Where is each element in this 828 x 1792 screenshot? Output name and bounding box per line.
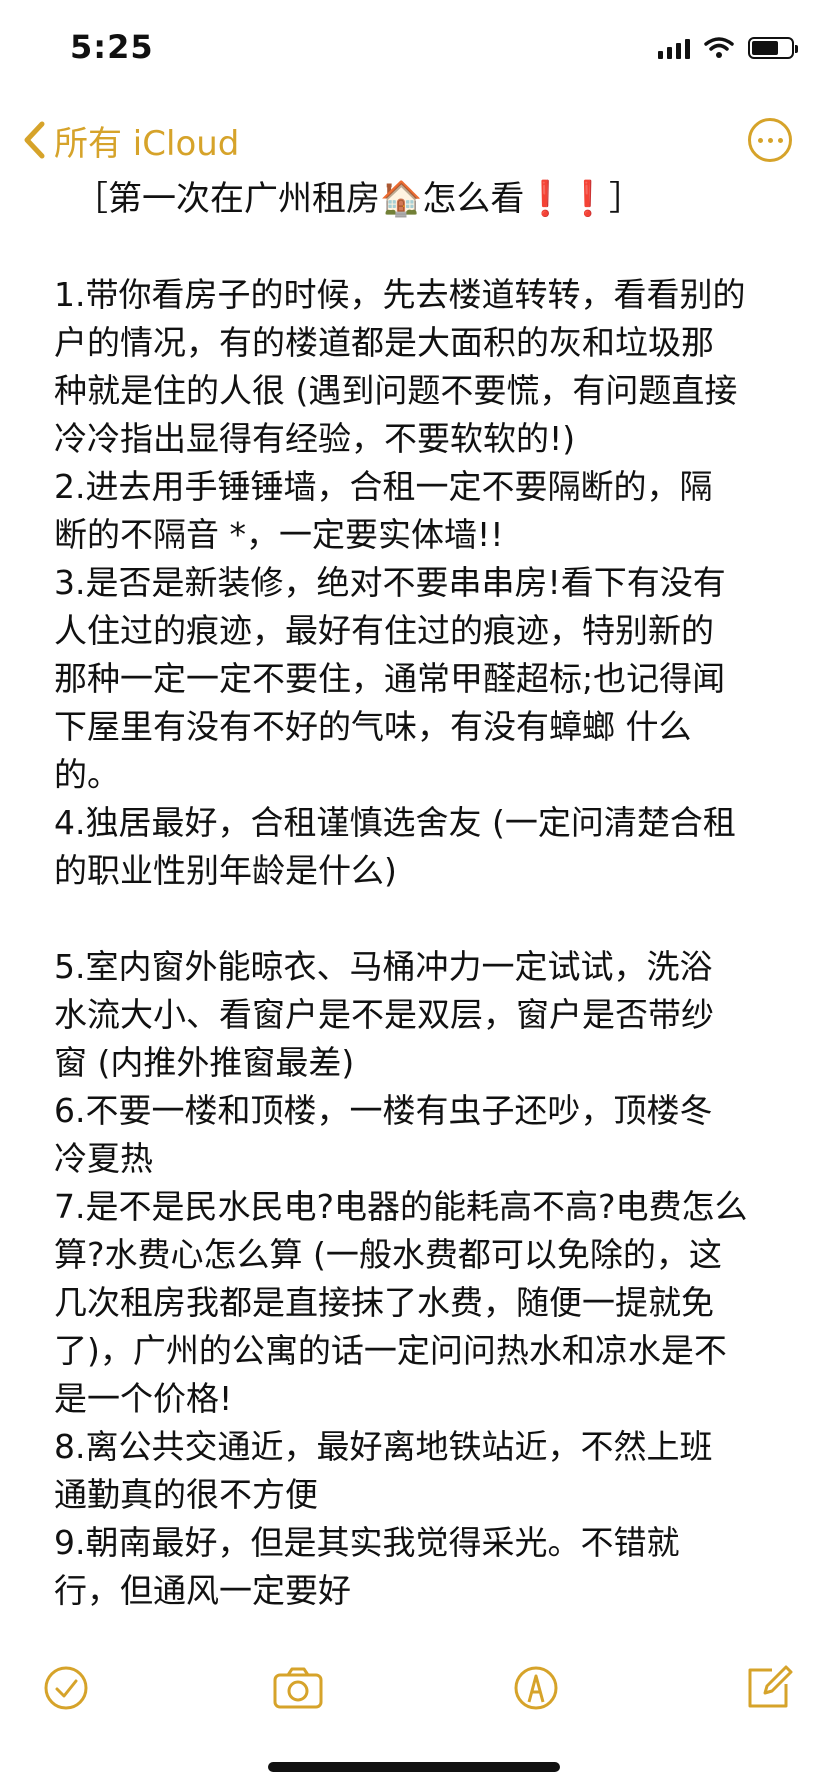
note-line: 7.是不是民水民电?电器的能耗高不高?电费怎么	[54, 1187, 748, 1226]
note-line: 算?水费心怎么算 (一般水费都可以免除的，这	[54, 1235, 722, 1274]
note-line: 那种一定一定不要住，通常甲醛超标;也记得闻	[54, 659, 726, 698]
note-line: 的职业性别年龄是什么)	[54, 851, 397, 890]
note-line: 断的不隔音 *，一定要实体墙!!	[54, 515, 504, 554]
status-bar: 5:25	[0, 0, 828, 100]
note-line: 4.独居最好，合租谨慎选舍友 (一定问清楚合租	[54, 803, 736, 842]
note-line: 冷夏热	[54, 1139, 153, 1178]
battery-icon	[748, 37, 798, 59]
note-line: 3.是否是新装修，绝对不要串串房!看下有没有	[54, 563, 726, 602]
compose-icon[interactable]	[738, 1658, 798, 1718]
nav-bar: 所有 iCloud	[0, 112, 828, 168]
note-line: 下屋里有没有不好的气味，有没有蟑螂 什么	[54, 707, 692, 746]
note-line: 人住过的痕迹，最好有住过的痕迹，特别新的	[54, 611, 714, 650]
note-line: 种就是住的人很 (遇到问题不要慌，有问题直接	[54, 371, 738, 410]
note-line: 通勤真的很不方便	[54, 1475, 318, 1514]
bottom-toolbar	[0, 1648, 828, 1728]
note-lines: 1.带你看房子的时候，先去楼道转转，看看别的 户的情况，有的楼道都是大面积的灰和垃…	[54, 271, 794, 1615]
wifi-icon	[704, 37, 734, 58]
note-line: 9.朝南最好，但是其实我觉得采光。不错就	[54, 1523, 680, 1562]
checklist-icon[interactable]	[36, 1658, 96, 1718]
note-title: ［第一次在广州租房🏠怎么看❗️❗️］	[74, 179, 644, 219]
note-line: 8.离公共交通近，最好离地铁站近，不然上班	[54, 1427, 713, 1466]
chevron-left-icon	[24, 121, 45, 159]
note-line: 2.进去用手锤锤墙，合租一定不要隔断的，隔	[54, 467, 713, 506]
cellular-signal-icon	[658, 37, 690, 59]
note-line: 5.室内窗外能晾衣、马桶冲力一定试试，洗浴	[54, 947, 713, 986]
back-label: 所有 iCloud	[54, 123, 240, 164]
status-icons	[658, 36, 798, 60]
home-indicator	[268, 1762, 560, 1772]
note-line: 行，但通风一定要好	[54, 1571, 351, 1610]
note-line: 6.不要一楼和顶楼，一楼有虫子还吵，顶楼冬	[54, 1091, 713, 1130]
note-line: 冷冷指出显得有经验，不要软软的!)	[54, 419, 576, 458]
back-button[interactable]: 所有 iCloud	[22, 112, 239, 168]
note-line: 窗 (内推外推窗最差)	[54, 1043, 355, 1082]
markup-icon[interactable]	[506, 1658, 566, 1718]
camera-icon[interactable]	[268, 1658, 328, 1718]
note-line: 是一个价格!	[54, 1379, 233, 1418]
note-line: 了)，广州的公寓的话一定问问热水和凉水是不	[54, 1331, 727, 1370]
note-line: 的。	[54, 755, 120, 794]
note-line: 几次租房我都是直接抹了水费，随便一提就免	[54, 1283, 714, 1322]
note-line: 水流大小、看窗户是不是双层，窗户是否带纱	[54, 995, 714, 1034]
note-line: 1.带你看房子的时候，先去楼道转转，看看别的	[54, 275, 746, 314]
note-body[interactable]: ［第一次在广州租房🏠怎么看❗️❗️］ 1.带你看房子的时候，先去楼道转转，看看别…	[54, 175, 794, 1615]
note-line: 户的情况，有的楼道都是大面积的灰和垃圾那	[54, 323, 714, 362]
note-blank-line	[54, 895, 794, 943]
status-time: 5:25	[70, 28, 154, 66]
more-options-icon[interactable]	[748, 118, 792, 162]
